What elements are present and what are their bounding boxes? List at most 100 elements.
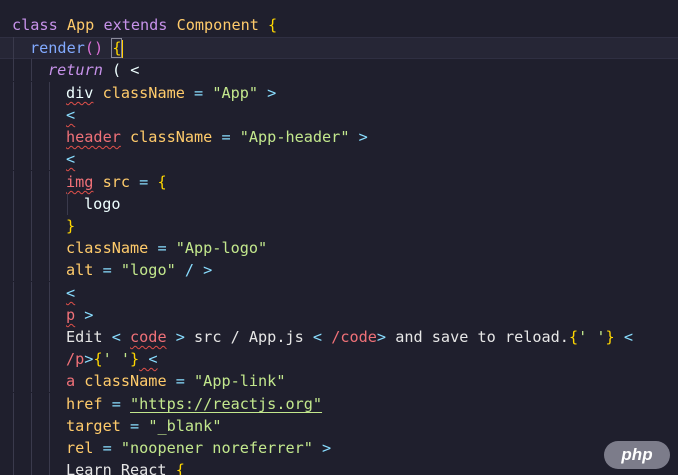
text-path: src / App.js [194,328,304,346]
operator-equals: = [93,261,121,279]
code-line-20[interactable]: rel = "noopener noreferrer" > [0,437,678,459]
indent-guide [49,282,50,304]
indent-guide [13,215,14,237]
code-line-10[interactable]: } [0,215,678,237]
string-value: "App-logo" [175,239,268,257]
operator-lt: < [303,328,332,346]
operator-equals: = [184,84,213,102]
code-editor[interactable]: class App extends Component { render() {… [0,0,678,475]
indent-guide [49,326,50,348]
operator-lt: < [66,284,76,302]
indent-guide [31,59,32,81]
code-line-8[interactable]: img src = { [0,171,678,193]
indent-guide [31,282,32,304]
token-close-p: /p [66,350,85,368]
code-line-2[interactable]: render() { [0,37,678,59]
code-line-1[interactable]: class App extends Component { [0,14,678,36]
url-link[interactable]: "https://reactjs.org" [130,395,322,413]
indent-guide [13,237,14,259]
text-cursor [122,39,124,58]
indent-guide [49,193,50,215]
open-brace: { [268,16,278,34]
token-close-code: /code [331,328,377,346]
indent-guide [31,259,32,281]
token-header: header [66,128,121,146]
code-line-7[interactable]: < [0,148,678,170]
operator-equals: = [120,417,149,435]
indent-guide [13,415,14,437]
open-brace: { [111,38,123,58]
code-line-21[interactable]: Learn React { [0,459,678,475]
indent-guide [13,82,14,104]
code-line-6[interactable]: header className = "App-header" > [0,126,678,148]
string-space: ' ' [578,328,606,346]
code-line-15[interactable]: Edit < code > src / App.js < /code> and … [0,326,678,348]
indent-guide [31,415,32,437]
indent-guide [31,126,32,148]
code-line-4[interactable]: div className = "App" > [0,82,678,104]
token-a: a [66,372,76,390]
attr-classname: className [66,239,149,257]
code-line-18[interactable]: href = "https://reactjs.org" [0,393,678,415]
indent-guide [13,282,14,304]
operator-equals: = [93,439,121,457]
keyword-return: return [48,61,103,79]
code-line-14[interactable]: p > [0,304,678,326]
indent-guide [49,415,50,437]
code-line-5[interactable]: < [0,104,678,126]
parens: () [84,39,104,57]
indent-guide [13,148,14,170]
indent-guide [31,370,32,392]
base-class-name: Component [167,16,269,34]
close-brace: } [130,350,140,368]
indent-guide [31,104,32,126]
indent-guide [31,148,32,170]
indent-guide [13,171,14,193]
token-img: img [66,173,94,191]
text-edit: Edit [66,328,103,346]
indent-guide [31,82,32,104]
keyword-extends: extends [103,16,168,34]
open-brace: { [568,328,579,346]
indent-guide [31,304,32,326]
operator-lt: < [66,150,76,168]
code-line-17[interactable]: a className = "App-link" [0,370,678,392]
return-paren: ( < [102,61,140,79]
indent-guide [31,193,32,215]
attr-src: src [93,173,131,191]
indent-guide [13,437,14,459]
code-line-12[interactable]: alt = "logo" / > [0,259,678,281]
code-line-19[interactable]: target = "_blank" [0,415,678,437]
string-value: "logo" [120,261,176,279]
indent-guide [49,459,50,475]
indent-guide [13,326,14,348]
operator-equals: = [148,239,176,257]
indent-guide [13,259,14,281]
token-p: p [66,306,76,324]
operator-equals: = [166,372,195,390]
open-brace: { [157,173,167,191]
operator-lt: < [66,106,76,124]
operator-lt: < [102,328,131,346]
method-render: render [30,39,85,57]
indent-guide [13,370,14,392]
attr-classname: className [120,128,213,146]
indent-guide [49,370,50,392]
code-line-9[interactable]: logo [0,193,678,215]
indent-guide [49,215,50,237]
indent-guide [31,459,32,475]
open-brace: { [93,350,103,368]
indent-guide [49,82,50,104]
indent-guide [49,171,50,193]
indent-guide [31,437,32,459]
indent-guide [13,348,14,370]
string-value: "_blank" [148,417,222,435]
code-line-3[interactable]: return ( < [0,59,678,81]
attr-classname: className [75,372,167,390]
indent-guide [13,459,14,475]
indent-guide [49,104,50,126]
attr-alt: alt [66,261,94,279]
code-line-16[interactable]: /p>{' '} < [0,348,678,370]
code-line-11[interactable]: className = "App-logo" [0,237,678,259]
code-line-13[interactable]: < [0,282,678,304]
